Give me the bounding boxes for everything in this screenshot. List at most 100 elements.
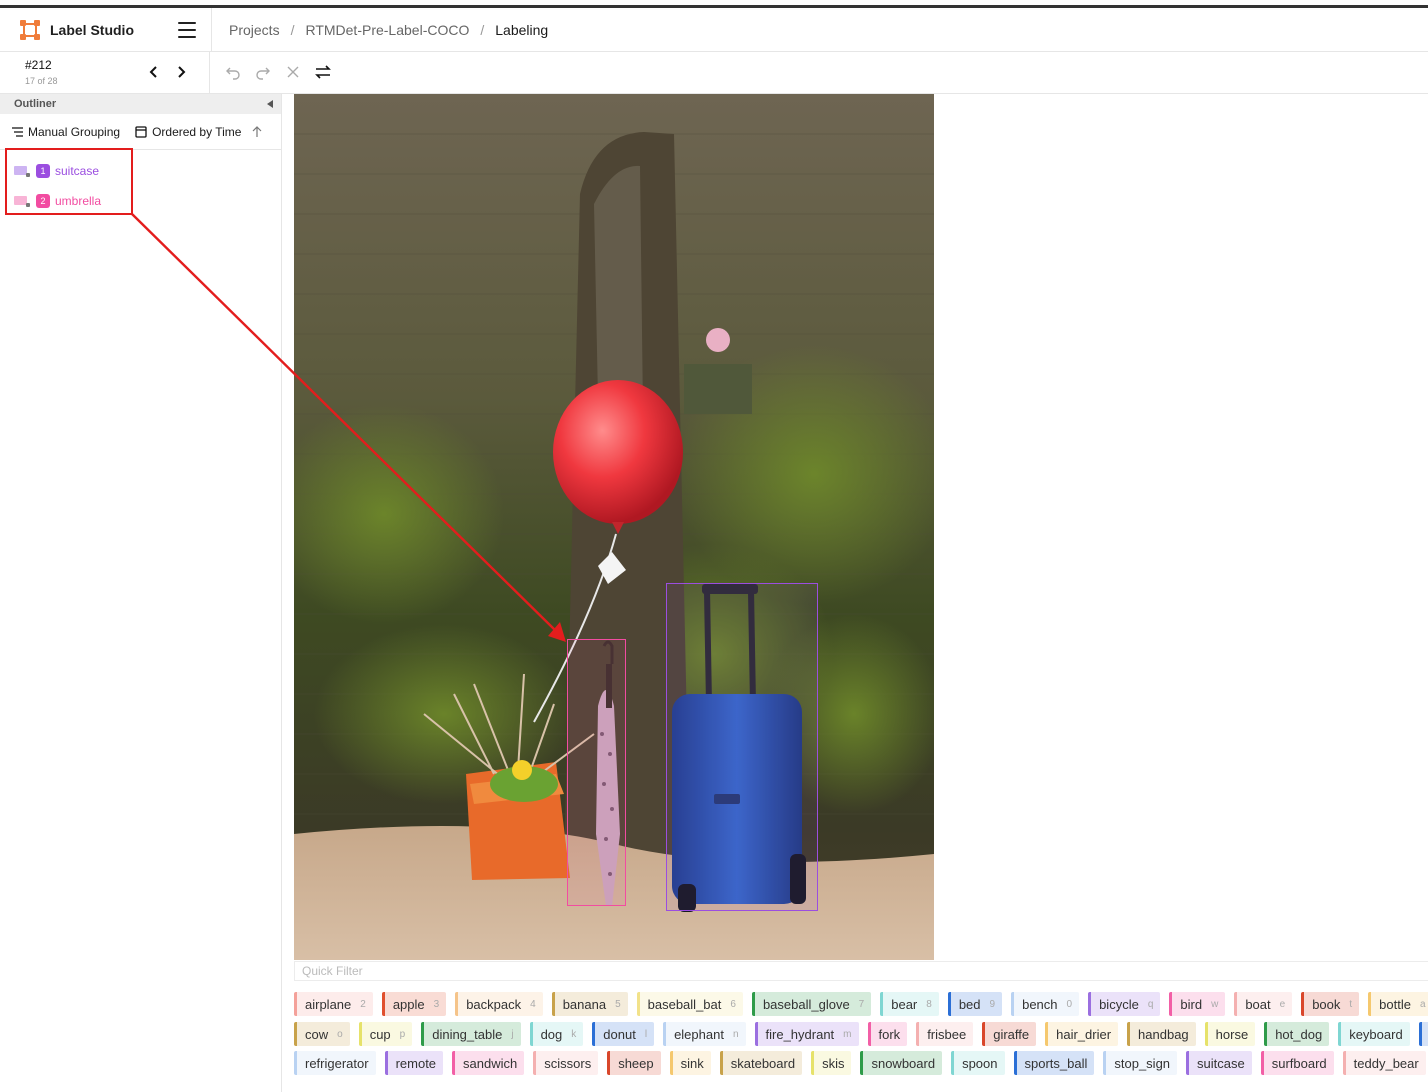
label-hair-drier[interactable]: hair_drier	[1045, 1022, 1119, 1046]
label-giraffe[interactable]: giraffe	[982, 1022, 1037, 1046]
outliner-title: Outliner	[14, 98, 57, 110]
label-scissors[interactable]: scissors	[533, 1051, 599, 1075]
label-donut[interactable]: donut l	[592, 1022, 655, 1046]
labeling-toolbar: #212 17 of 28	[0, 52, 1428, 94]
label-studio-logo-icon	[20, 19, 40, 40]
label-skateboard[interactable]: skateboard	[719, 1051, 803, 1075]
label-fork[interactable]: fork	[867, 1022, 908, 1046]
redo-icon[interactable]	[254, 63, 272, 81]
label-dining-table[interactable]: dining_table j	[421, 1022, 521, 1046]
region-item-umbrella[interactable]: 2 umbrella	[0, 186, 281, 216]
breadcrumb-project[interactable]: RTMDet-Pre-Label-COCO	[305, 22, 469, 38]
label-remote[interactable]: remote	[384, 1051, 444, 1075]
label-horse[interactable]: horse	[1204, 1022, 1256, 1046]
label-name: backpack	[466, 996, 522, 1012]
breadcrumb-projects[interactable]: Projects	[229, 22, 280, 38]
task-position: 17 of 28	[25, 76, 58, 86]
image-canvas[interactable]	[294, 94, 934, 960]
label-name: baseball_bat	[647, 996, 722, 1012]
label-cow[interactable]: cow o	[294, 1022, 350, 1046]
label-hotkey: 5	[615, 998, 621, 1010]
grouping-dropdown[interactable]: Manual Grouping	[12, 125, 120, 139]
region-label: umbrella	[55, 194, 102, 208]
region-item-suitcase[interactable]: 1 suitcase	[0, 156, 281, 186]
label-book[interactable]: book t	[1301, 992, 1360, 1016]
label-name: keyboard	[1349, 1026, 1403, 1042]
label-spoon[interactable]: spoon	[951, 1051, 1005, 1075]
label-bird[interactable]: bird w	[1169, 992, 1226, 1016]
label-stop-sign[interactable]: stop_sign	[1103, 1051, 1178, 1075]
label-apple[interactable]: apple 3	[381, 992, 447, 1016]
bbox-suitcase[interactable]	[666, 583, 818, 911]
outliner-controls: Manual Grouping Ordered by Time	[0, 114, 281, 150]
label-bear[interactable]: bear 8	[880, 992, 939, 1016]
label-sink[interactable]: sink	[669, 1051, 711, 1075]
label-sports-ball[interactable]: sports_ball	[1013, 1051, 1095, 1075]
reset-close-icon[interactable]	[284, 63, 302, 81]
next-task-chevron-right-icon[interactable]	[174, 64, 188, 80]
label-name: bicycle	[1099, 996, 1139, 1012]
label-name: dining_table	[432, 1026, 503, 1042]
quick-filter-input[interactable]: Quick Filter	[294, 961, 1428, 981]
history-tools	[224, 63, 332, 81]
grouping-label: Manual Grouping	[28, 124, 121, 139]
label-name: banana	[562, 996, 607, 1012]
outliner-header: Outliner	[0, 94, 281, 114]
label-dog[interactable]: dog k	[529, 1022, 584, 1046]
label-name: bear	[891, 996, 918, 1012]
label-name: bird	[1180, 996, 1203, 1012]
hamburger-menu-icon[interactable]	[178, 21, 196, 38]
label-elephant[interactable]: elephant n	[663, 1022, 746, 1046]
undo-icon[interactable]	[224, 63, 242, 81]
label-hot-dog[interactable]: hot_dog	[1264, 1022, 1330, 1046]
label-hotkey: 7	[858, 998, 865, 1010]
label-teddy-bear[interactable]: teddy_bear	[1342, 1051, 1426, 1075]
label-keyboard[interactable]: keyboard	[1338, 1022, 1410, 1046]
label-boat[interactable]: boat e	[1234, 992, 1293, 1016]
label-backpack[interactable]: backpack 4	[455, 992, 543, 1016]
label-name: boat	[1245, 996, 1271, 1012]
label-name: scissors	[544, 1055, 592, 1071]
bbox-umbrella[interactable]	[567, 639, 626, 906]
label-kite[interactable]: kite	[1418, 1022, 1428, 1046]
list-lines-icon	[12, 126, 23, 137]
label-frisbee[interactable]: frisbee	[916, 1022, 974, 1046]
swap-arrows-icon[interactable]	[314, 63, 332, 81]
breadcrumb-separator: /	[480, 21, 485, 38]
label-fire-hydrant[interactable]: fire_hydrant m	[754, 1022, 859, 1046]
label-surfboard[interactable]: surfboard	[1260, 1051, 1334, 1075]
label-suitcase[interactable]: suitcase	[1186, 1051, 1252, 1075]
label-name: skis	[822, 1055, 845, 1071]
label-name: snowboard	[871, 1055, 936, 1071]
label-bed[interactable]: bed 9	[947, 992, 1003, 1016]
label-baseball-bat[interactable]: baseball_bat 6	[636, 992, 743, 1016]
label-airplane[interactable]: airplane 2	[294, 992, 373, 1016]
label-hotkey: 9	[989, 998, 996, 1010]
label-sheep[interactable]: sheep	[607, 1051, 661, 1075]
label-bottle[interactable]: bottle a	[1368, 992, 1428, 1016]
label-bicycle[interactable]: bicycle q	[1088, 992, 1161, 1016]
region-index: 2	[36, 194, 50, 208]
task-info: #212 17 of 28	[0, 52, 210, 94]
label-name: remote	[395, 1055, 437, 1071]
label-sandwich[interactable]: sandwich	[452, 1051, 525, 1075]
label-baseball-glove[interactable]: baseball_glove 7	[751, 992, 872, 1016]
label-name: sports_ball	[1024, 1055, 1088, 1071]
label-name: bottle	[1379, 996, 1411, 1012]
prev-task-chevron-left-icon[interactable]	[147, 64, 161, 80]
collapse-panel-icon[interactable]	[267, 100, 273, 108]
label-skis[interactable]: skis	[811, 1051, 852, 1075]
label-hotkey: 4	[530, 998, 536, 1010]
breadcrumb-current: Labeling	[495, 21, 549, 38]
rectangle-region-icon	[14, 165, 30, 177]
label-cup[interactable]: cup p	[358, 1022, 413, 1046]
label-snowboard[interactable]: snowboard	[860, 1051, 943, 1075]
label-name: spoon	[962, 1055, 998, 1071]
breadcrumb-separator: /	[290, 21, 295, 38]
ordering-dropdown[interactable]: Ordered by Time	[135, 125, 241, 139]
sort-ascending-arrow-icon[interactable]	[252, 125, 262, 138]
label-handbag[interactable]: handbag	[1127, 1022, 1196, 1046]
label-banana[interactable]: banana 5	[551, 992, 628, 1016]
label-bench[interactable]: bench 0	[1011, 992, 1080, 1016]
label-refrigerator[interactable]: refrigerator	[294, 1051, 376, 1075]
